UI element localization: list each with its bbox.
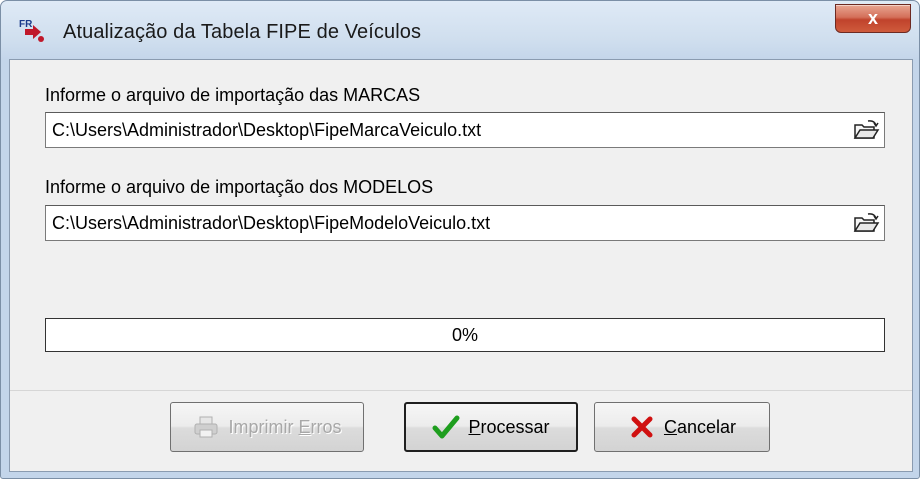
progress-bar: 0%: [45, 318, 885, 352]
folder-open-icon[interactable]: [852, 210, 880, 236]
process-label: Processar: [468, 416, 550, 437]
modelos-file-field[interactable]: [45, 205, 885, 241]
svg-text:FR: FR: [19, 19, 33, 30]
marcas-path-input[interactable]: [46, 113, 836, 147]
title-bar[interactable]: FR Atualização da Tabela FIPE de Veículo…: [1, 1, 919, 59]
printer-icon: [194, 416, 218, 438]
checkmark-icon: [432, 415, 460, 439]
close-button[interactable]: x: [835, 4, 911, 33]
dialog-window: FR Atualização da Tabela FIPE de Veículo…: [0, 0, 920, 479]
folder-open-icon[interactable]: [852, 117, 880, 143]
print-errors-button[interactable]: Imprimir Erros: [170, 402, 364, 452]
process-button[interactable]: Processar: [404, 402, 578, 452]
modelos-path-input[interactable]: [46, 206, 836, 240]
red-x-icon: [631, 416, 653, 438]
window-title: Atualização da Tabela FIPE de Veículos: [63, 21, 422, 43]
marcas-label: Informe o arquivo de importação das MARC…: [45, 85, 421, 105]
marcas-file-field[interactable]: [45, 112, 885, 148]
progress-text: 0%: [451, 325, 478, 345]
separator: [10, 390, 912, 391]
print-errors-label: Imprimir Erros: [228, 416, 342, 437]
modelos-label: Informe o arquivo de importação dos MODE…: [45, 177, 434, 197]
cancel-button[interactable]: Cancelar: [594, 402, 770, 452]
dialog-body: Informe o arquivo de importação das MARC…: [9, 59, 913, 472]
cancel-label: Cancelar: [663, 416, 737, 437]
fipe-app-icon: FR: [19, 19, 44, 42]
